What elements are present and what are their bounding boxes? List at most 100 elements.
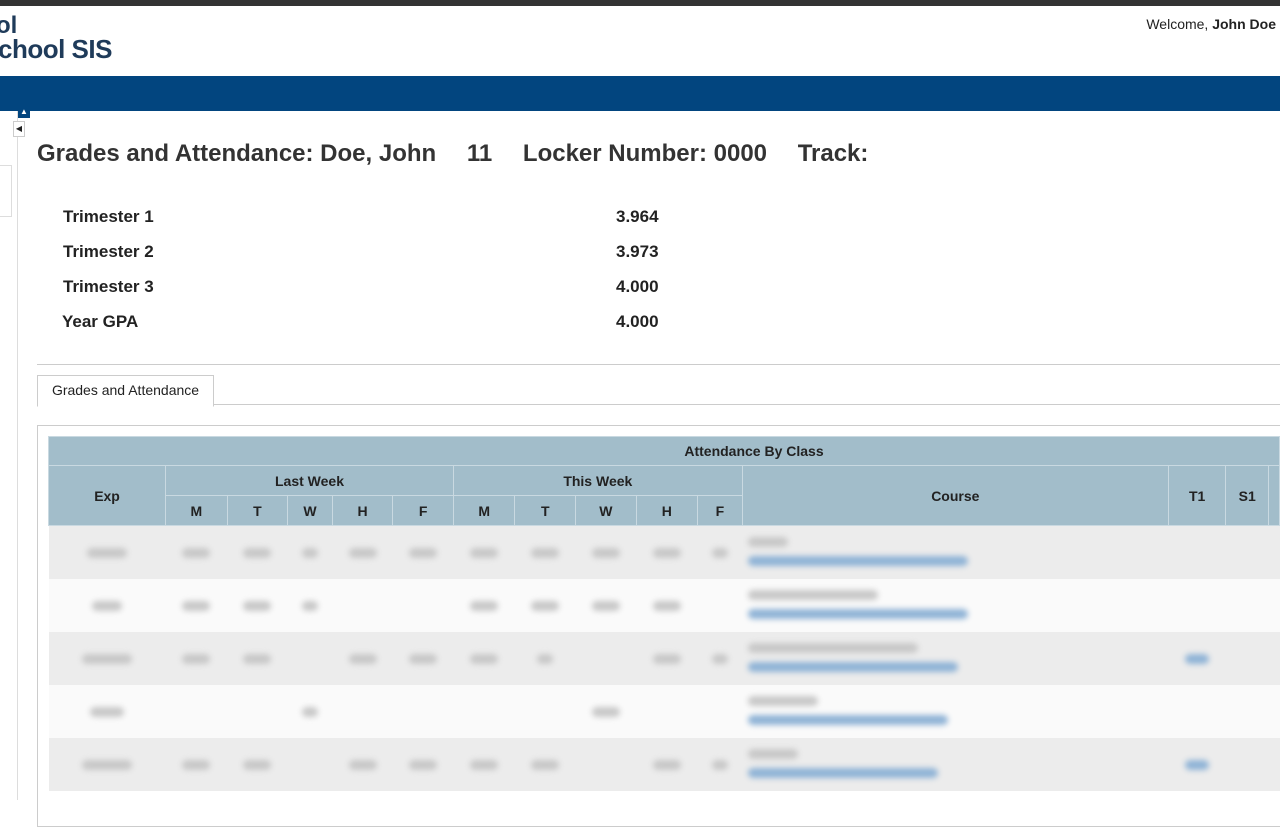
blurred-cell	[301, 547, 318, 558]
welcome-prefix: Welcome,	[1146, 16, 1209, 32]
blurred-course-link[interactable]	[748, 767, 939, 778]
table-row	[48, 525, 1280, 579]
gpa-label: Year GPA	[62, 312, 139, 331]
blurred-cell	[348, 653, 377, 664]
this-week-header: This Week	[452, 465, 743, 496]
day-header: T	[514, 495, 577, 526]
blurred-cell	[90, 706, 125, 717]
blurred-cell	[182, 759, 211, 770]
last-week-header: Last Week	[165, 465, 454, 496]
t1-header[interactable]: T1	[1167, 465, 1227, 526]
blurred-cell	[92, 600, 123, 611]
blurred-course	[748, 589, 879, 600]
blurred-cell	[243, 547, 272, 558]
main-nav-bar	[0, 76, 1280, 111]
blurred-cell	[531, 759, 560, 770]
day-header: T	[226, 495, 289, 526]
blurred-course-link[interactable]	[748, 555, 969, 566]
blurred-course	[748, 695, 819, 706]
track-label: Track:	[797, 140, 869, 167]
gpa-row: Year GPA 4.000	[62, 309, 663, 344]
student-name-title: Grades and Attendance: Doe, John	[37, 140, 437, 167]
user-name[interactable]: John Doe	[1212, 16, 1276, 32]
blurred-course-link[interactable]	[748, 714, 949, 725]
page-title: Grades and Attendance: Doe, John 11 Lock…	[37, 140, 892, 168]
blurred-course	[748, 748, 799, 759]
course-header[interactable]: Course	[741, 465, 1169, 526]
attendance-by-class-header: Attendance By Class	[48, 436, 1280, 466]
blurred-cell	[711, 547, 728, 558]
day-header: M	[452, 495, 516, 526]
blurred-course-link[interactable]	[748, 661, 959, 672]
blurred-grade[interactable]	[1185, 653, 1210, 664]
blurred-cell	[87, 547, 128, 558]
exp-header[interactable]: Exp	[47, 465, 167, 526]
student-grade: 11	[466, 140, 493, 167]
blurred-cell	[182, 600, 211, 611]
blurred-cell	[409, 759, 438, 770]
blurred-cell	[652, 653, 681, 664]
tab-strip-line	[37, 404, 1280, 405]
gpa-value: 4.000	[616, 277, 659, 296]
gpa-value: 3.973	[616, 242, 659, 261]
blurred-cell	[409, 547, 438, 558]
gpa-value: 3.964	[616, 207, 659, 226]
gpa-label: Trimester 2	[63, 242, 154, 261]
blurred-cell	[470, 547, 499, 558]
blurred-cell	[243, 759, 272, 770]
blurred-cell	[591, 547, 620, 558]
gpa-label: Trimester 1	[63, 207, 154, 226]
blurred-cell	[531, 600, 560, 611]
blurred-cell	[348, 759, 377, 770]
header: ol chool SIS Welcome, John Doe	[0, 6, 1280, 76]
blurred-course	[748, 642, 919, 653]
table-row	[48, 685, 1280, 738]
blurred-course	[748, 536, 789, 547]
blurred-cell	[301, 600, 318, 611]
blurred-cell	[82, 759, 133, 770]
day-header: H	[331, 495, 394, 526]
blurred-cell	[243, 653, 272, 664]
day-header: H	[635, 495, 699, 526]
attendance-table: Attendance By Class Exp Last Week This W…	[47, 436, 1280, 791]
day-header: W	[287, 495, 333, 526]
welcome-text: Welcome, John Doe	[1146, 16, 1276, 32]
blurred-cell	[591, 706, 620, 717]
gpa-row: Trimester 1 3.964	[63, 204, 663, 239]
blurred-cell	[348, 547, 377, 558]
gpa-summary: Trimester 1 3.964 Trimester 2 3.973 Trim…	[62, 204, 663, 344]
section-divider	[37, 364, 1280, 365]
table-row	[48, 632, 1280, 685]
s1-header[interactable]: S1	[1225, 465, 1270, 526]
blurred-cell	[711, 759, 728, 770]
gpa-row: Trimester 2 3.973	[63, 239, 663, 274]
blurred-cell	[652, 759, 681, 770]
blurred-cell	[470, 653, 499, 664]
day-header: F	[392, 495, 454, 526]
collapse-left-icon[interactable]: ◀	[13, 121, 25, 137]
left-rail-panel[interactable]	[0, 165, 12, 217]
blurred-cell	[531, 547, 560, 558]
locker-number: Locker Number: 0000	[522, 140, 768, 167]
gpa-label: Trimester 3	[63, 277, 154, 296]
gpa-row: Trimester 3 4.000	[63, 274, 663, 309]
day-header: M	[165, 495, 228, 526]
app-logo[interactable]: chool SIS	[0, 34, 112, 65]
tab-grades-and-attendance[interactable]: Grades and Attendance	[37, 375, 214, 407]
blurred-cell	[591, 600, 620, 611]
blurred-grade[interactable]	[1185, 759, 1210, 770]
blurred-cell	[652, 600, 681, 611]
blurred-cell	[470, 759, 499, 770]
day-header: F	[697, 495, 743, 526]
blurred-cell	[537, 653, 554, 664]
blurred-cell	[301, 706, 318, 717]
blurred-cell	[409, 653, 438, 664]
blurred-cell	[470, 600, 499, 611]
blurred-cell	[652, 547, 681, 558]
table-row	[48, 579, 1280, 632]
collapse-up-icon[interactable]: ▲	[18, 106, 30, 118]
blurred-cell	[711, 653, 728, 664]
blurred-cell	[182, 653, 211, 664]
blurred-course-link[interactable]	[748, 608, 969, 619]
blurred-cell	[243, 600, 272, 611]
